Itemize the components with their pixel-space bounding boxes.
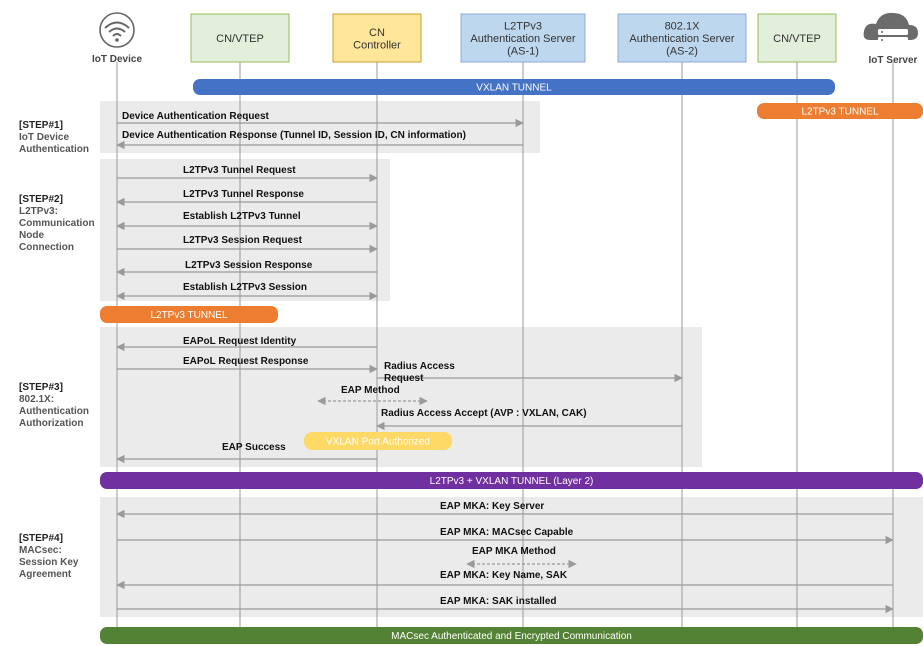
cloud-server-icon bbox=[863, 12, 918, 43]
message-label-m5: Establish L2TPv3 Tunnel bbox=[183, 211, 301, 222]
participants: CN/VTEPCN ControllerL2TPv3 Authentication … bbox=[92, 12, 918, 66]
message-label-m6: L2TPv3 Session Request bbox=[183, 235, 303, 246]
message-label-m10: EAPoL Request Response bbox=[183, 356, 309, 367]
message-label-m1: Device Authentication Request bbox=[122, 111, 270, 122]
step-title-step3: [STEP#3] bbox=[19, 382, 63, 393]
band-label-l2tpv3-tunnel-top: L2TPv3 TUNNEL bbox=[801, 107, 879, 118]
message-label-m18: EAP MKA: Key Name, SAK bbox=[440, 570, 568, 581]
step-title-step2: [STEP#2] bbox=[19, 194, 63, 205]
participant-label-iot: IoT Device bbox=[92, 54, 142, 65]
wifi-icon bbox=[99, 12, 135, 48]
message-label-m17: EAP MKA Method bbox=[472, 546, 556, 557]
participant-label-cn2: CN/VTEP bbox=[773, 33, 821, 45]
participant-label-srv: IoT Server bbox=[869, 55, 918, 66]
message-label-m7: L2TPv3 Session Response bbox=[185, 260, 313, 271]
step-title-step4: [STEP#4] bbox=[19, 533, 63, 544]
band-label-macsec-comm: MACsec Authenticated and Encrypted Commu… bbox=[391, 631, 632, 642]
message-label-m9: EAPoL Request Identity bbox=[183, 336, 297, 347]
message-label-m16: EAP MKA: MACsec Capable bbox=[440, 527, 574, 538]
step-desc-step2: L2TPv3: Communication Node Connection bbox=[19, 206, 95, 253]
sequence-diagram: CN/VTEPCN ControllerL2TPv3 Authentication … bbox=[19, 12, 923, 644]
step-desc-step3: 802.1X: Authentication Authorization bbox=[19, 394, 89, 429]
band-label-vxlan-port-authorized: VXLAN Port Authorized bbox=[326, 437, 430, 448]
message-label-m4: L2TPv3 Tunnel Response bbox=[183, 189, 304, 200]
band-label-vxlan-tunnel: VXLAN TUNNEL bbox=[476, 83, 552, 94]
band-label-l2tpv3-tunnel-mid: L2TPv3 TUNNEL bbox=[150, 310, 228, 321]
message-label-m8: Establish L2TPv3 Session bbox=[183, 282, 307, 293]
message-label-m19: EAP MKA: SAK installed bbox=[440, 596, 557, 607]
message-label-m12: EAP Method bbox=[341, 385, 400, 396]
message-label-m2: Device Authentication Response (Tunnel I… bbox=[122, 130, 466, 141]
step-desc-step1: IoT Device Authentication bbox=[19, 132, 89, 155]
step-labels: [STEP#1]IoT Device Authentication [STEP#2]… bbox=[19, 120, 95, 580]
step-bg-2 bbox=[100, 159, 390, 301]
step-desc-step4: MACsec: Session Key Agreement bbox=[19, 545, 79, 580]
message-label-m14: EAP Success bbox=[222, 442, 286, 453]
message-label-m15: EAP MKA: Key Server bbox=[440, 501, 544, 512]
band-label-l2tpv3-vxlan-tunnel: L2TPv3 + VXLAN TUNNEL (Layer 2) bbox=[430, 476, 594, 487]
participant-label-cn1: CN/VTEP bbox=[216, 33, 264, 45]
step-title-step1: [STEP#1] bbox=[19, 120, 63, 131]
message-label-m3: L2TPv3 Tunnel Request bbox=[183, 165, 296, 176]
message-label-m13: Radius Access Accept (AVP : VXLAN, CAK) bbox=[381, 408, 587, 419]
